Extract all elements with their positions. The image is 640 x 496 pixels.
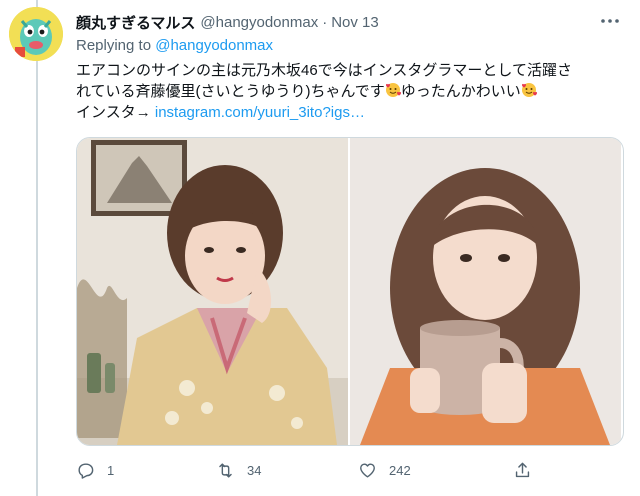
tweet-text-line2a: れている斉藤優里(さいとうゆうり)ちゃんです (76, 83, 385, 100)
share-icon (515, 462, 530, 477)
display-name[interactable]: 顔丸すぎるマルス (76, 12, 195, 33)
avatar[interactable] (9, 7, 63, 61)
tweet-header: 顔丸すぎるマルス @hangyodonmax · Nov 13 (76, 10, 379, 34)
photo-mug[interactable] (350, 138, 621, 445)
photo-kimono[interactable] (77, 138, 348, 445)
more-button[interactable] (598, 12, 622, 30)
insta-prefix: インスタ→ (76, 104, 155, 121)
reply-count: 1 (107, 462, 115, 478)
reply-button[interactable]: 1 (76, 456, 114, 484)
reply-icon (78, 462, 94, 479)
instagram-link[interactable]: instagram.com/yuuri_3ito?igs… (155, 104, 365, 121)
photo-mug-image (350, 138, 621, 445)
thread-line (36, 0, 38, 496)
replying-prefix: Replying to (76, 37, 152, 54)
like-count: 242 (389, 462, 411, 478)
separator-dot: · (322, 13, 328, 31)
smiling-face-with-hearts-emoji-icon (385, 83, 401, 97)
timestamp[interactable]: Nov 13 (331, 14, 379, 31)
retweet-icon (219, 462, 232, 478)
like-button[interactable]: 242 (358, 456, 411, 484)
tweet-media (76, 137, 624, 446)
replying-to-handle[interactable]: @hangyodonmax (155, 37, 273, 54)
tweet-actions: 1 34 242 (76, 456, 546, 484)
heart-icon (360, 462, 375, 478)
tweet-text-line2: れている斉藤優里(さいとうゆうり)ちゃんです ゆったんかわいい (76, 81, 628, 102)
more-dots-icon (601, 19, 619, 23)
tweet-text-line1: エアコンのサインの主は元乃木坂46で今はインスタグラマーとして活躍さ (76, 62, 572, 79)
smiling-face-with-hearts-emoji-icon (521, 83, 537, 97)
retweet-button[interactable]: 34 (216, 456, 261, 484)
tweet-text-line2b: ゆったんかわいい (400, 83, 521, 100)
replying-to-line: Replying to @hangyodonmax (76, 37, 273, 54)
photo-kimono-image (77, 138, 348, 445)
retweet-count: 34 (247, 462, 262, 478)
share-button[interactable] (513, 456, 532, 484)
user-handle[interactable]: @hangyodonmax (200, 14, 318, 31)
tweet-text: エアコンのサインの主は元乃木坂46で今はインスタグラマーとして活躍さ れている斉… (76, 60, 628, 123)
tweet-text-line3: インスタ→ instagram.com/yuuri_3ito?igs… (76, 102, 628, 123)
hangyodon-avatar-icon (9, 7, 63, 61)
